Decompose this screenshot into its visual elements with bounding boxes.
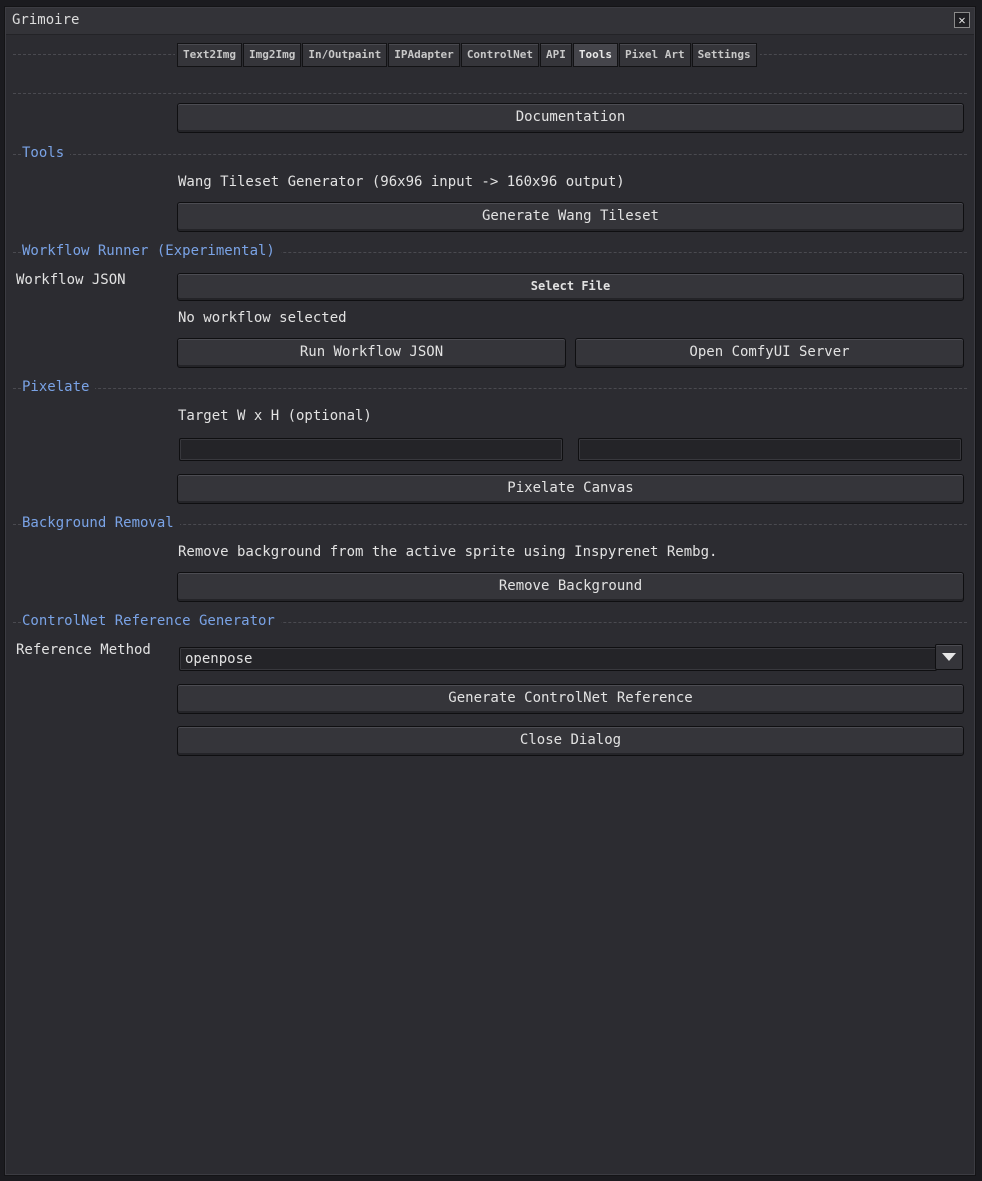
workflow-section-header: Workflow Runner (Experimental) (13, 243, 967, 261)
tab-img2img[interactable]: Img2Img (242, 43, 302, 67)
section-title: Background Removal (22, 515, 180, 531)
section-title: Tools (22, 145, 71, 161)
pixelate-canvas-button[interactable]: Pixelate Canvas (177, 474, 964, 504)
generate-wang-tileset-button[interactable]: Generate Wang Tileset (177, 202, 964, 232)
run-workflow-button[interactable]: Run Workflow JSON (177, 338, 566, 368)
workflow-json-label: Workflow JSON (16, 272, 126, 288)
pixelate-section-header: Pixelate (13, 379, 967, 397)
close-icon[interactable]: ✕ (954, 12, 970, 28)
tab-list: Text2Img Img2Img In/Outpaint IPAdapter Contr… (175, 43, 760, 67)
tab-text2img[interactable]: Text2Img (177, 43, 242, 67)
remove-background-button[interactable]: Remove Background (177, 572, 964, 602)
reference-method-label: Reference Method (16, 642, 151, 658)
open-comfyui-server-button[interactable]: Open ComfyUI Server (575, 338, 964, 368)
tab-pixel-art[interactable]: Pixel Art (619, 43, 691, 67)
chevron-down-icon (942, 653, 956, 661)
target-width-input[interactable] (179, 438, 563, 461)
grimoire-dialog: Grimoire ✕ Text2Img Img2Img In/Outpaint IPA… (4, 6, 976, 1176)
close-dialog-button[interactable]: Close Dialog (177, 726, 964, 756)
reference-method-select[interactable]: openpose (179, 647, 937, 671)
documentation-button[interactable]: Documentation (177, 103, 964, 133)
tab-settings[interactable]: Settings (691, 43, 757, 67)
tab-in-outpaint[interactable]: In/Outpaint (302, 43, 388, 67)
background-removal-section-header: Background Removal (13, 515, 967, 533)
section-divider (13, 154, 967, 155)
select-file-button[interactable]: Select File (177, 273, 964, 301)
dropdown-arrow-button[interactable] (935, 644, 963, 670)
tab-controlnet[interactable]: ControlNet (460, 43, 540, 67)
tab-api[interactable]: API (540, 43, 572, 67)
section-title: Workflow Runner (Experimental) (22, 243, 281, 259)
tools-section-header: Tools (13, 145, 967, 163)
tab-ipadapter[interactable]: IPAdapter (388, 43, 460, 67)
controlnet-reference-section-header: ControlNet Reference Generator (13, 613, 967, 631)
wang-tileset-description: Wang Tileset Generator (96x96 input -> 1… (178, 174, 625, 190)
target-height-input[interactable] (578, 438, 962, 461)
workflow-status: No workflow selected (178, 310, 347, 326)
target-size-label: Target W x H (optional) (178, 408, 372, 424)
window-title: Grimoire (12, 12, 80, 28)
tab-bar: Text2Img Img2Img In/Outpaint IPAdapter Contr… (13, 41, 967, 69)
generate-controlnet-reference-button[interactable]: Generate ControlNet Reference (177, 684, 964, 714)
section-divider (13, 388, 967, 389)
divider (13, 93, 967, 94)
title-bar[interactable]: Grimoire ✕ (6, 8, 974, 35)
section-title: ControlNet Reference Generator (22, 613, 281, 629)
reference-method-value: openpose (185, 651, 253, 667)
section-title: Pixelate (22, 379, 96, 395)
tab-tools[interactable]: Tools (572, 43, 619, 67)
background-removal-description: Remove background from the active sprite… (178, 544, 718, 560)
